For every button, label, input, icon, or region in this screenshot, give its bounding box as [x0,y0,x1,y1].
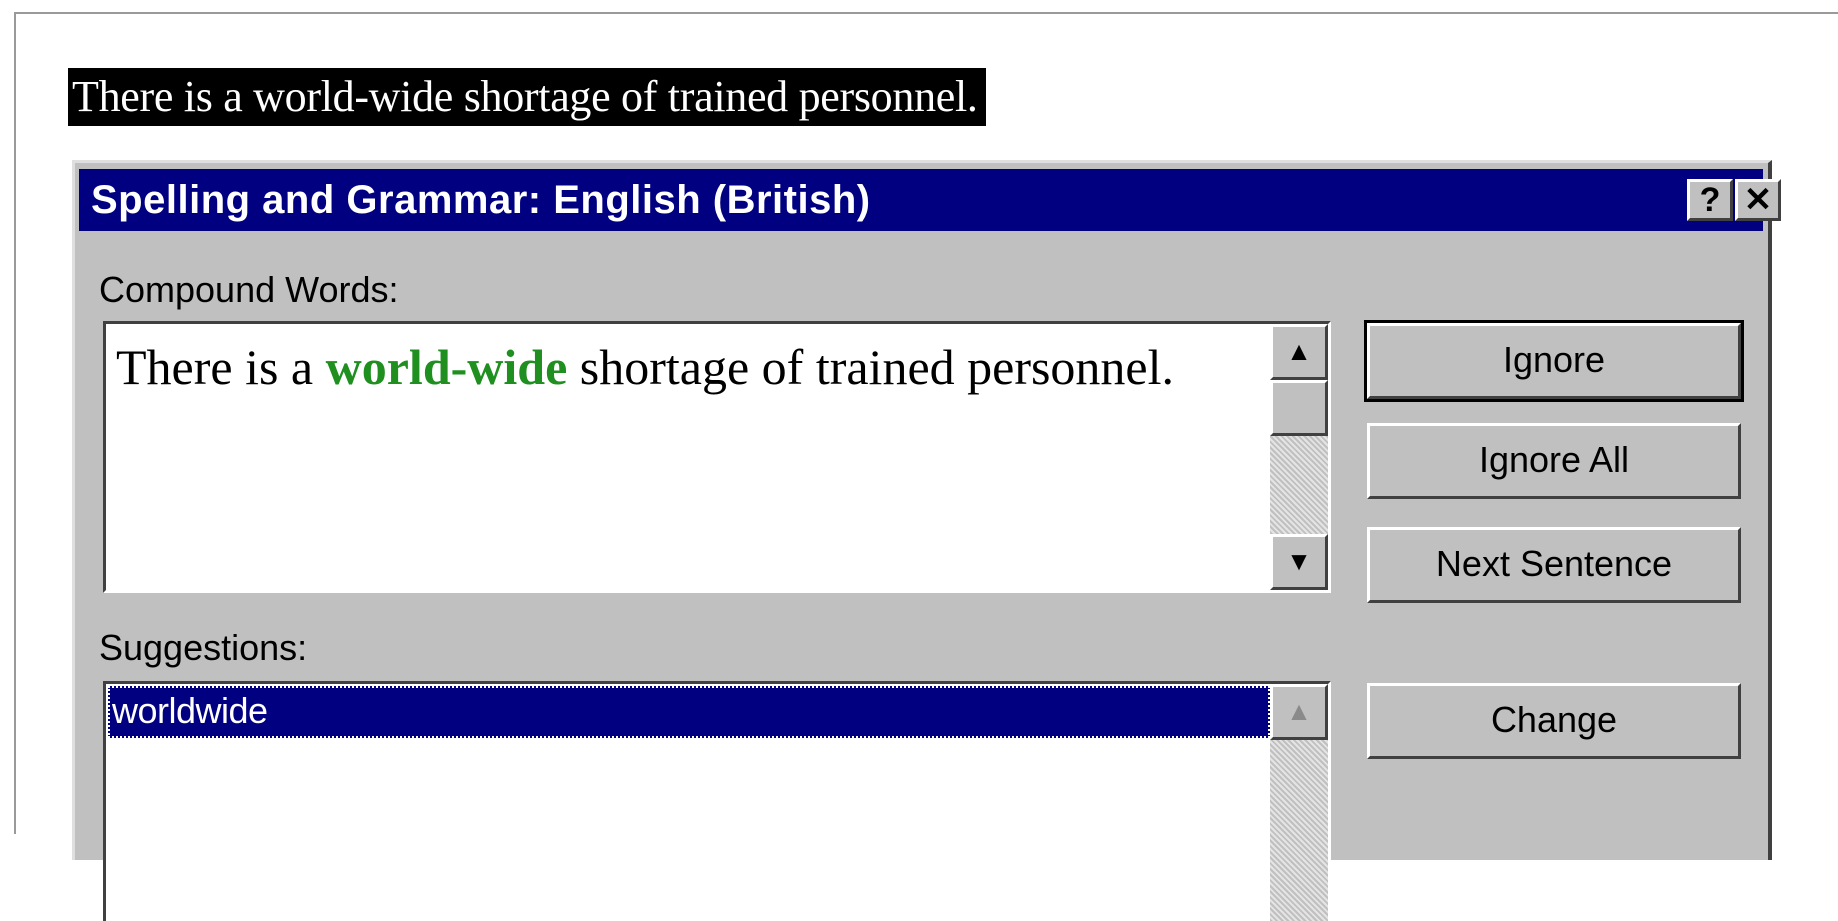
scroll-down-arrow-icon[interactable]: ▼ [1270,534,1328,590]
sentence-text[interactable]: There is a world-wide shortage of traine… [116,330,1226,404]
flagged-word: world-wide [325,339,568,395]
sentence-scrollbar[interactable]: ▲ ▼ [1270,324,1328,590]
suggestions-label: Suggestions: [99,627,308,668]
close-button[interactable]: ✕ [1735,179,1781,221]
scroll-up-arrow-icon[interactable]: ▲ [1270,324,1328,380]
dialog-titlebar[interactable]: Spelling and Grammar: English (British) … [79,169,1781,231]
ignore-all-button[interactable]: Ignore All [1367,423,1741,499]
spelling-grammar-dialog: Spelling and Grammar: English (British) … [72,160,1781,921]
sentence-after: shortage of trained personnel. [567,339,1175,395]
dialog-title: Spelling and Grammar: English (British) [91,178,871,222]
document-selected-sentence: There is a world-wide shortage of traine… [68,68,986,126]
suggestions-list[interactable]: worldwide ▲ [103,681,1331,921]
problem-type-label: Compound Words: [99,269,399,310]
change-button[interactable]: Change [1367,683,1741,759]
sentence-editor[interactable]: There is a world-wide shortage of traine… [103,321,1331,593]
scroll-thumb[interactable] [1270,380,1328,436]
next-sentence-button[interactable]: Next Sentence [1367,527,1741,603]
ignore-button[interactable]: Ignore [1364,320,1744,402]
scroll-up-arrow-icon[interactable]: ▲ [1270,684,1328,740]
suggestion-item[interactable]: worldwide [108,686,1270,738]
sentence-before: There is a [116,339,326,395]
suggestions-scrollbar[interactable]: ▲ [1270,684,1328,921]
help-button[interactable]: ? [1687,179,1733,221]
